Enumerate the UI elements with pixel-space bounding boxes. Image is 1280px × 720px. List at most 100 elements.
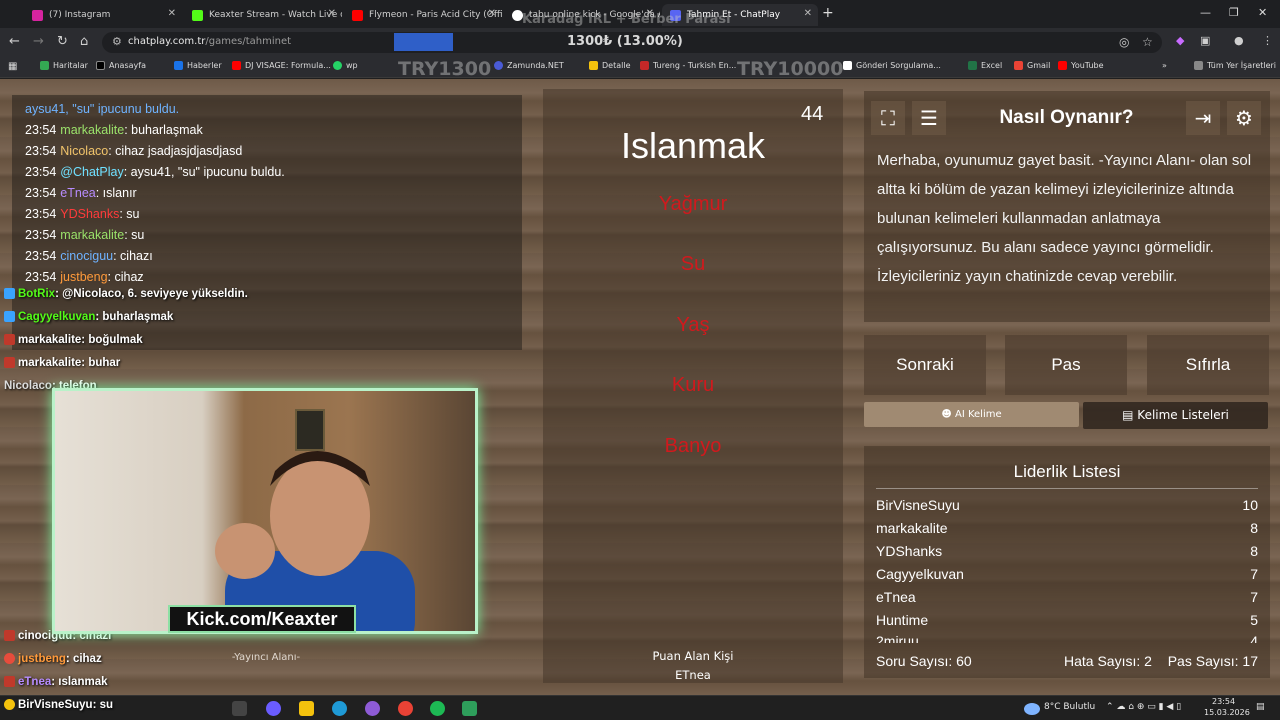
home-icon[interactable]: ⌂: [80, 34, 88, 49]
bookmark-zamunda[interactable]: Zamunda.NET: [494, 61, 564, 70]
chrome-icon[interactable]: [398, 701, 413, 716]
chat-line: 23:54 YDShanks: su: [25, 207, 140, 221]
webcam-feed: [52, 388, 478, 634]
profile-avatar[interactable]: ●: [1234, 34, 1244, 47]
leaderboard-row: markakalite 8: [876, 520, 1258, 536]
bookmark-excel[interactable]: Excel: [968, 61, 1002, 70]
kick-icon: [192, 9, 203, 21]
gmail-icon: [1014, 61, 1023, 70]
url-field[interactable]: ⚙ chatplay.com.tr/games/tahminet 1300₺ (…: [102, 32, 1162, 53]
exit-icon[interactable]: ⇥: [1186, 101, 1220, 135]
next-button[interactable]: Sonraki: [864, 335, 986, 395]
site-info-icon[interactable]: ⚙: [112, 35, 122, 48]
streamer-area-label: -Yayıncı Alanı-: [231, 652, 301, 663]
overlay-chat-line: markakalite: buhar: [4, 357, 120, 377]
badge-icon: [4, 334, 15, 346]
leaderboard-row: BirVisneSuyu 10: [876, 497, 1258, 513]
scorer-label: Puan Alan Kişi: [652, 649, 734, 663]
stream-title-overlay: Karadağ IRL + Berber Parası: [522, 12, 731, 27]
instagram-icon: [32, 9, 43, 21]
poster-image: [295, 409, 325, 451]
star-icon[interactable]: ☆: [1142, 35, 1153, 49]
how-to-play-panel: ⛶ ☰ Nasıl Oynanır? ⇥ ⚙ Merhaba, oyunumuz…: [864, 91, 1270, 322]
fullscreen-icon[interactable]: ⛶: [871, 101, 905, 135]
bookmark-dj-visage[interactable]: DJ VISAGE: Formula...: [232, 61, 331, 70]
chat-line: 23:54 eTnea: ıslanır: [25, 186, 137, 200]
reset-button[interactable]: Sıfırla: [1147, 335, 1269, 395]
close-icon[interactable]: ✕: [328, 8, 336, 19]
eye-off-icon[interactable]: ◎: [1119, 35, 1129, 49]
back-icon[interactable]: ←: [9, 34, 20, 49]
url-text: chatplay.com.tr/games/tahminet: [128, 36, 292, 47]
bookmark-tureng[interactable]: Tureng - Turkish En...: [640, 61, 736, 70]
menu-icon[interactable]: ⋮: [1262, 34, 1273, 47]
badge-icon: [4, 357, 15, 369]
youtube-icon: [1058, 61, 1067, 70]
close-icon[interactable]: ✕: [488, 8, 496, 19]
app-icon[interactable]: [365, 701, 380, 716]
clock-date[interactable]: 15.03.2026: [1204, 708, 1250, 717]
tab-youtube[interactable]: Flymeon - Paris Acid City (Offic ✕: [344, 4, 502, 26]
leaderboard-row: YDShanks 8: [876, 543, 1258, 559]
chat-line: 23:54 justbeng: cihaz: [25, 270, 144, 284]
bookmark-gonderi[interactable]: Gönderi Sorgulama...: [843, 61, 941, 70]
notifications-icon[interactable]: ▤: [1256, 702, 1265, 712]
forbidden-word: Yaş: [676, 314, 710, 336]
donation-goal-left: TRY1300: [398, 58, 492, 80]
app-icon[interactable]: [462, 701, 477, 716]
task-view-icon[interactable]: [232, 701, 247, 716]
forward-icon[interactable]: →: [33, 34, 44, 49]
bookmark-haritalar[interactable]: Haritalar: [40, 61, 88, 70]
new-tab-button[interactable]: +: [822, 5, 834, 21]
address-bar: ← → ↻ ⌂ ⚙ chatplay.com.tr/games/tahminet…: [0, 28, 1280, 56]
close-icon[interactable]: ✕: [804, 8, 812, 19]
bookmark-anasayfa[interactable]: Anasayfa: [96, 61, 146, 70]
leaderboard-panel: Liderlik Listesi BirVisneSuyu 10 markakal…: [864, 446, 1270, 678]
word-lists-button[interactable]: ▤ Kelime Listeleri: [1083, 402, 1268, 429]
countdown-timer: 44: [801, 103, 824, 125]
overlay-chat-line: eTnea: ıslanmak: [4, 676, 108, 696]
pass-count: Pas Sayısı: 17: [1167, 653, 1258, 669]
close-icon[interactable]: ✕: [168, 8, 176, 19]
chat-line: aysu41, "su" ipucunu buldu.: [25, 102, 180, 116]
forbidden-word: Banyo: [664, 435, 722, 457]
donation-goal-right: TRY10000: [737, 58, 844, 80]
overlay-chat-line: BirVisneSuyu: su: [4, 699, 113, 719]
leaderboard-row: eTnea 7: [876, 589, 1258, 605]
overlay-chat-line: BotRix: @Nicolaco, 6. seviyeye yükseldin…: [4, 288, 248, 308]
apps-icon[interactable]: ▦: [8, 61, 17, 72]
how-to-play-title: Nasıl Oynanır?: [999, 107, 1134, 128]
tray-icons[interactable]: ⌃ ☁ ⌂ ⊕ ▭ ▮ ◀ ▯: [1106, 702, 1181, 712]
weather-text[interactable]: 8°C Bulutlu: [1044, 702, 1095, 712]
minimize-icon[interactable]: —: [1200, 6, 1211, 19]
file-explorer-icon[interactable]: [299, 701, 314, 716]
spotify-icon[interactable]: [430, 701, 445, 716]
settings-icon[interactable]: ⚙: [1227, 101, 1261, 135]
close-window-icon[interactable]: ✕: [1258, 6, 1267, 19]
pass-button[interactable]: Pas: [1005, 335, 1127, 395]
badge-icon: [4, 311, 15, 323]
bookmark-detalle[interactable]: Detalle: [589, 61, 631, 70]
ai-word-button[interactable]: ☻ AI Kelime: [864, 402, 1079, 427]
more-bookmarks-icon[interactable]: »: [1162, 61, 1167, 70]
tab-instagram[interactable]: (7) Instagram ✕: [24, 4, 182, 26]
how-to-play-text: Merhaba, oyunumuz gayet basit. -Yayıncı …: [877, 152, 1252, 285]
extensions-puzzle-icon[interactable]: ▣: [1200, 34, 1210, 47]
tureng-icon: [640, 61, 649, 70]
reload-icon[interactable]: ↻: [57, 34, 68, 49]
copilot-icon[interactable]: [266, 701, 281, 716]
bookmark-youtube[interactable]: YouTube: [1058, 61, 1104, 70]
clock-time[interactable]: 23:54: [1212, 697, 1235, 706]
tab-kick[interactable]: Keaxter Stream - Watch Live on ✕: [184, 4, 342, 26]
notes-icon[interactable]: ☰: [912, 101, 946, 135]
bookmark-wp[interactable]: wp: [333, 61, 358, 70]
bookmark-gmail[interactable]: Gmail: [1014, 61, 1050, 70]
badge-icon: [4, 676, 15, 688]
overlay-chat-line: Cagyyelkuvan: buharlaşmak: [4, 311, 173, 331]
bookmarks-bar: ▦ Haritalar Anasayfa Haberler DJ VISAGE:…: [0, 56, 1280, 78]
edge-icon[interactable]: [332, 701, 347, 716]
restore-icon[interactable]: ❐: [1229, 6, 1239, 19]
all-bookmarks[interactable]: Tüm Yer İşaretleri: [1194, 61, 1276, 70]
bookmark-haberler[interactable]: Haberler: [174, 61, 222, 70]
extension-icon[interactable]: ◆: [1176, 34, 1184, 47]
